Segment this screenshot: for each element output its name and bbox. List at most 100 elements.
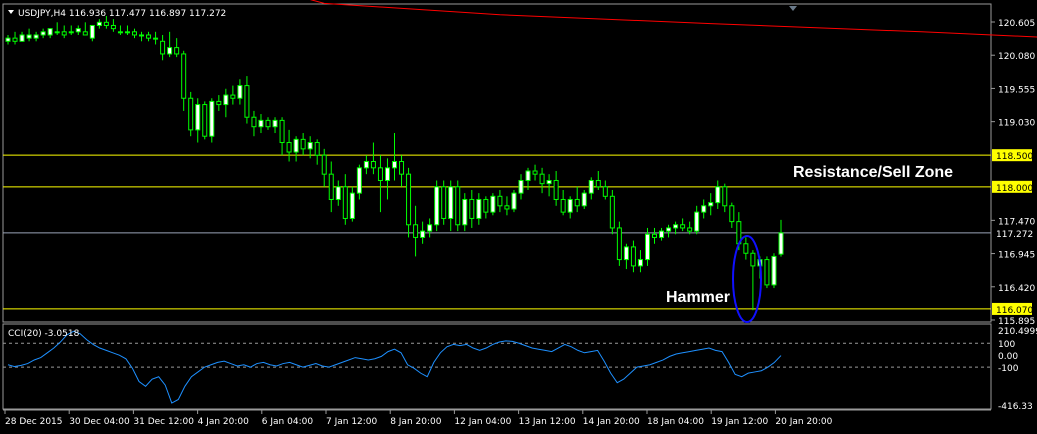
candle-body xyxy=(448,186,454,219)
time-tick-label: 13 Jan 12:00 xyxy=(519,417,576,427)
candle-body xyxy=(153,37,159,40)
price-tick-label: 120.080 xyxy=(998,52,1035,62)
cci-tick-label: 0.00 xyxy=(998,352,1018,362)
candle-body xyxy=(722,186,728,207)
candle-body xyxy=(525,170,531,181)
price-tick-label: 119.555 xyxy=(998,85,1035,95)
candle-body xyxy=(504,205,510,210)
candle-body xyxy=(258,119,264,128)
candle-body xyxy=(124,31,130,34)
candle-body xyxy=(110,24,116,30)
cci-indicator xyxy=(3,330,991,404)
candle-body xyxy=(40,31,46,36)
candle-body xyxy=(637,259,643,267)
candle-body xyxy=(47,28,53,36)
candle-body xyxy=(511,192,517,210)
level-label: 116.070 xyxy=(996,306,1033,316)
time-tick-label: 31 Dec 12:00 xyxy=(133,417,194,427)
candle-body xyxy=(33,34,39,39)
candle-body xyxy=(701,205,707,213)
price-tick-label: 116.420 xyxy=(998,284,1035,294)
time-tick-label: 8 Jan 20:00 xyxy=(390,417,442,427)
level-label: 117.272 xyxy=(996,230,1033,240)
candle-body xyxy=(581,192,587,207)
candle-body xyxy=(181,53,187,99)
price-tick-label: 120.605 xyxy=(998,19,1035,29)
candle-body xyxy=(75,28,81,33)
candle-body xyxy=(363,161,369,169)
candle-body xyxy=(687,227,693,232)
cci-axis: 210.4999 100 0.00 -100 -416.33 xyxy=(998,327,1037,412)
candle-body xyxy=(420,230,426,238)
candle-body xyxy=(5,37,11,42)
candle-body xyxy=(708,202,714,207)
candle-body xyxy=(272,119,278,128)
ma-line xyxy=(309,0,1037,38)
candle-body xyxy=(539,173,545,185)
candle-body xyxy=(602,186,608,197)
chart-root: 118.500118.000117.272116.070 120.605120.… xyxy=(0,0,1037,434)
candle-body xyxy=(476,198,482,219)
candle-body xyxy=(103,21,109,26)
symbol-header: USDJPY,H4 116.936 117.477 116.897 117.27… xyxy=(18,9,226,19)
candle-body xyxy=(392,161,397,169)
candle-body xyxy=(223,94,229,106)
candle-body xyxy=(750,252,756,267)
candle-body xyxy=(434,186,440,226)
candle-body xyxy=(139,34,145,37)
cci-tick-label: -100 xyxy=(998,364,1019,374)
shift-marker-icon[interactable] xyxy=(789,6,797,11)
cci-tick-label: -416.33 xyxy=(998,402,1033,412)
time-tick-label: 28 Dec 2015 xyxy=(5,417,63,427)
time-tick-label: 18 Jan 04:00 xyxy=(647,417,704,427)
candle-body xyxy=(560,198,566,213)
candle-body xyxy=(202,104,208,137)
candle-body xyxy=(518,179,524,194)
candle-body xyxy=(342,186,348,219)
candle-body xyxy=(195,104,201,131)
candle-body xyxy=(54,31,60,34)
price-axis: 120.605 120.080 119.555 119.030 117.470 116.9… xyxy=(991,19,1035,327)
cci-tick-label: 210.4999 xyxy=(998,327,1037,337)
candle-body xyxy=(188,97,194,131)
candle-body xyxy=(729,205,735,223)
candle-body xyxy=(237,85,243,99)
candle-body xyxy=(307,142,313,150)
candle-body xyxy=(462,198,468,226)
candle-body xyxy=(244,85,250,118)
time-tick-label: 4 Jan 20:00 xyxy=(198,417,250,427)
candle-body xyxy=(19,34,25,42)
dropdown-arrow-icon[interactable] xyxy=(8,10,14,14)
candle-body xyxy=(427,224,433,232)
time-tick-label: 6 Jan 04:00 xyxy=(262,417,314,427)
candle-body xyxy=(209,100,215,137)
candle-body xyxy=(216,100,222,106)
candle-body xyxy=(117,31,123,34)
candle-body xyxy=(174,47,180,55)
candle-body xyxy=(659,230,665,238)
candle-body xyxy=(293,138,299,153)
candle-body xyxy=(89,24,95,39)
candle-body xyxy=(384,167,390,181)
cci-tick-label: 100 xyxy=(998,340,1015,350)
price-tick-label: 117.470 xyxy=(998,217,1035,227)
candle-body xyxy=(61,31,67,36)
candle-body xyxy=(630,246,636,267)
candle-body xyxy=(595,179,601,188)
candle-body xyxy=(399,161,405,175)
candle-body xyxy=(167,47,173,55)
candle-body xyxy=(497,195,503,207)
candle-body xyxy=(483,198,489,213)
candles xyxy=(5,15,784,311)
candle-body xyxy=(68,31,74,34)
candle-body xyxy=(26,34,32,39)
level-label: 118.000 xyxy=(996,184,1033,194)
candle-body xyxy=(286,142,292,153)
candle-body xyxy=(349,192,355,219)
candle-body xyxy=(314,142,320,156)
candle-body xyxy=(96,21,102,26)
candle-body xyxy=(441,186,447,219)
time-tick-label: 7 Jan 12:00 xyxy=(326,417,378,427)
price-tick-label: 116.945 xyxy=(998,251,1035,261)
candle-body xyxy=(490,195,496,213)
